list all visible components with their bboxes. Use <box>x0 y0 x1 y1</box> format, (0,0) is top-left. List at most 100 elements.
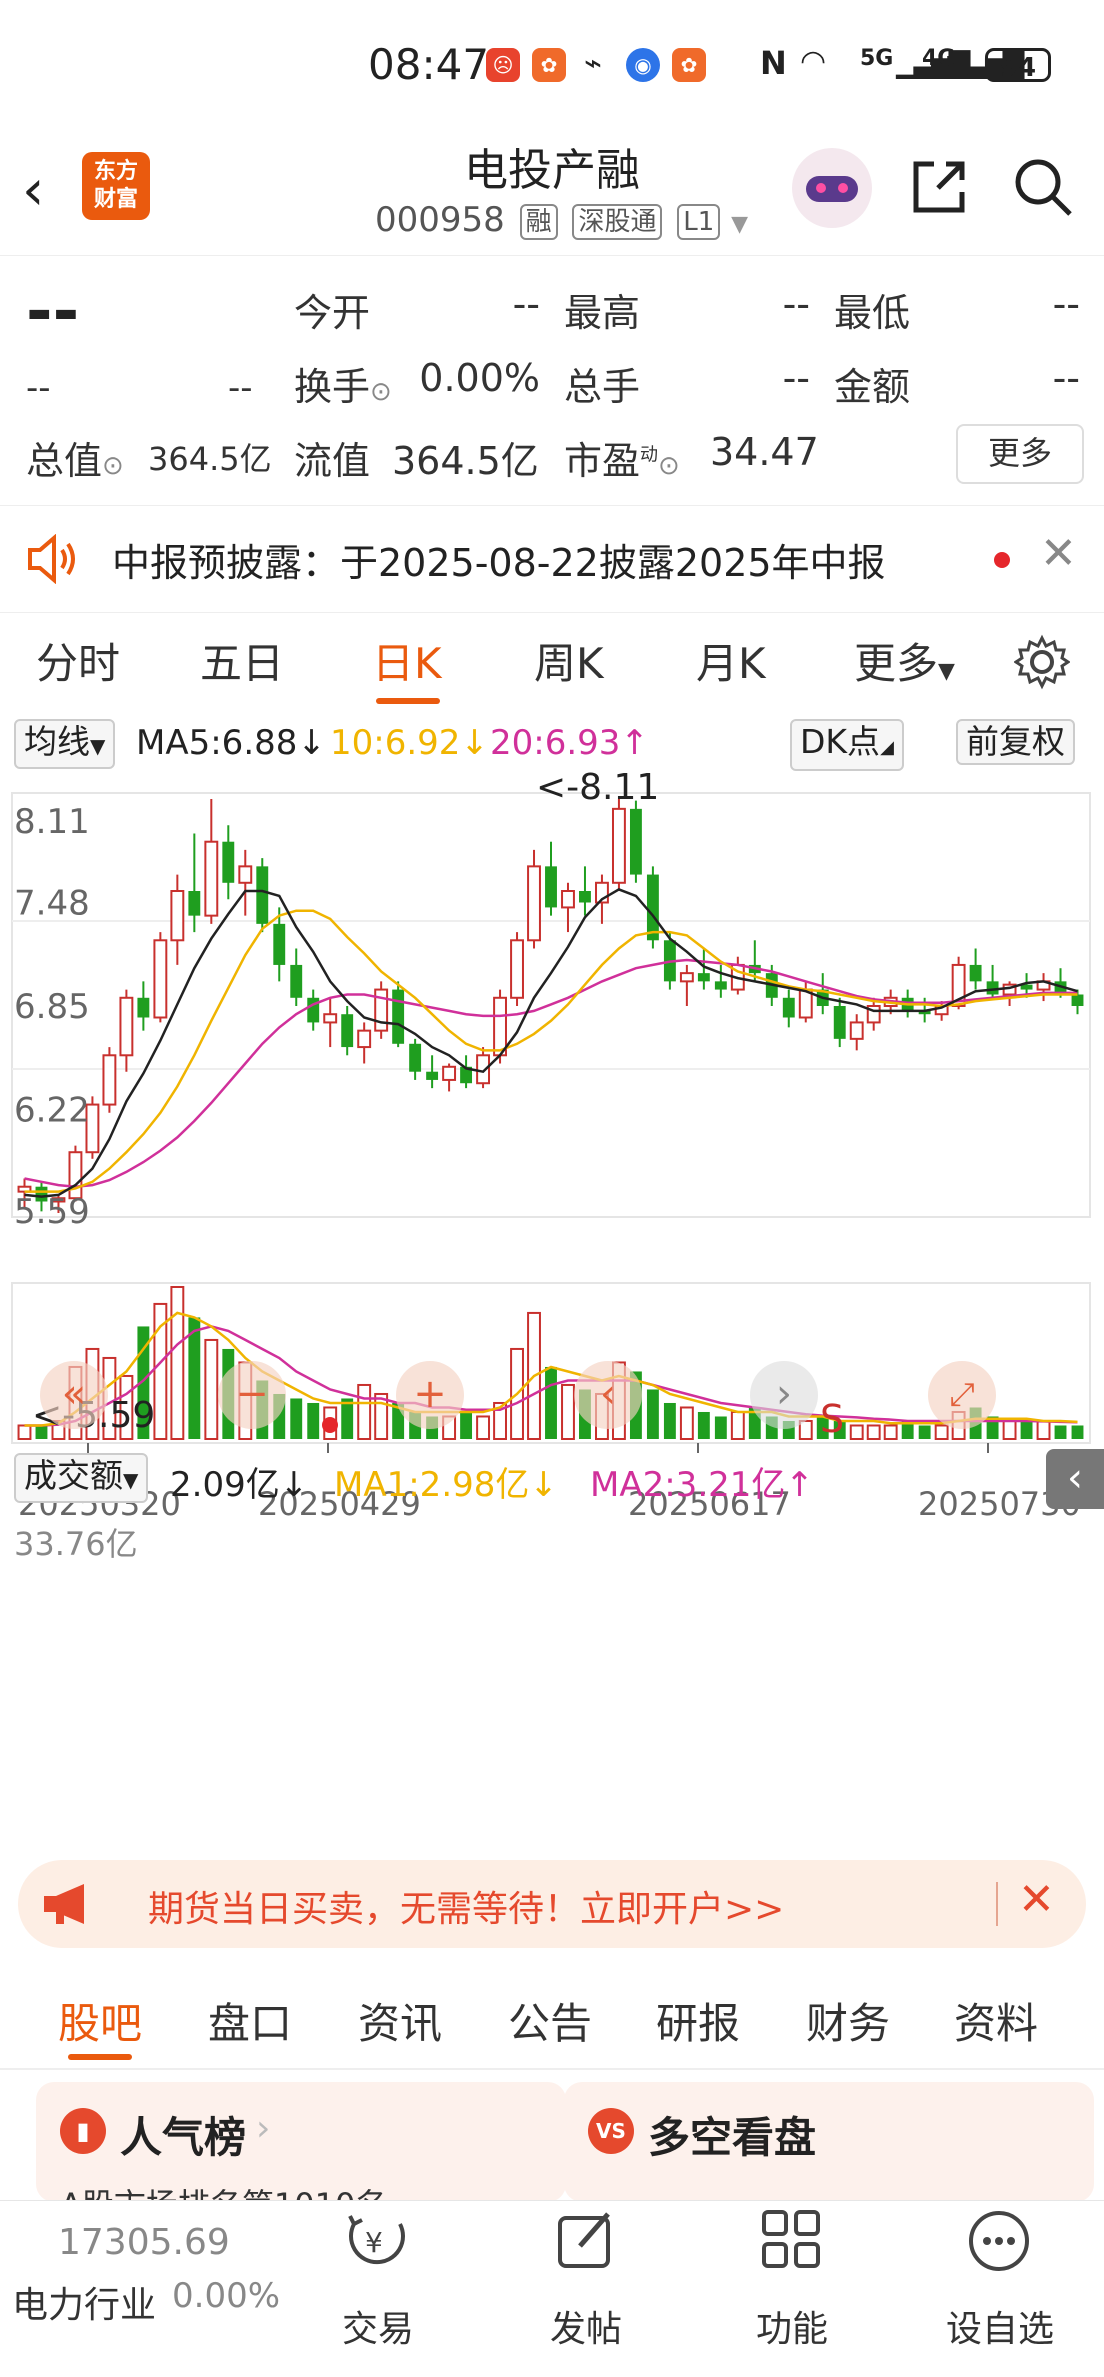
scroll-left-icon[interactable]: ‹ <box>574 1361 642 1429</box>
tab-research[interactable]: 研报 <box>656 1990 740 2051</box>
rewind-icon[interactable]: « <box>40 1361 108 1429</box>
candle-body <box>170 890 185 942</box>
bottom-trade[interactable]: 交易 <box>308 2300 448 2352</box>
volume-bar <box>697 1411 710 1439</box>
volume-ma2-readout: MA2:3.21亿↑ <box>590 1465 814 1505</box>
chevron-right-icon: › <box>256 2108 271 2149</box>
float-label: 流值 <box>294 439 371 483</box>
bull-bear-title: 多空看盘 <box>648 2113 817 2162</box>
bottom-add-watchlist[interactable]: 设自选 <box>930 2300 1070 2352</box>
volume-bar <box>170 1286 185 1440</box>
zoom-in-icon[interactable]: + <box>396 1361 464 1429</box>
candle-body <box>238 865 253 884</box>
candle-body <box>409 1043 422 1072</box>
tab-more[interactable]: 更多▼ <box>854 630 955 691</box>
candle-body <box>714 981 727 990</box>
pe-label: 市盈动⊙ <box>564 439 680 483</box>
svg-text:¥: ¥ <box>365 2226 383 2259</box>
vs-icon: VS <box>588 2108 634 2154</box>
popularity-title: 人气榜 <box>120 2113 247 2162</box>
ma-selector[interactable]: 均线▼ <box>14 719 116 769</box>
tab-intraday[interactable]: 分时 <box>36 630 120 691</box>
turnover-label: 换手⊙ <box>294 365 392 409</box>
scroll-right-icon[interactable]: › <box>750 1361 818 1429</box>
settings-icon[interactable] <box>1014 634 1070 690</box>
pe-value: 34.47 <box>710 430 819 474</box>
candle-body <box>1071 994 1084 1006</box>
volume-indicator-selector[interactable]: 成交额▼ <box>14 1453 149 1503</box>
browser-icon: ◉ <box>626 48 660 82</box>
info-icon: ⊙ <box>102 451 124 481</box>
volume-bar <box>1071 1425 1084 1439</box>
share-icon[interactable] <box>906 154 972 220</box>
status-time: 08:47 <box>368 40 490 89</box>
dk-point-button[interactable]: DK点◢ <box>790 719 904 771</box>
ma5-readout: MA5:6.88↓ <box>136 723 326 763</box>
tab-monthly-k[interactable]: 月K <box>696 630 766 691</box>
tab-news[interactable]: 资讯 <box>358 1990 442 2051</box>
candle-body <box>679 972 694 983</box>
tab-weekly-k[interactable]: 周K <box>534 630 604 691</box>
amount-label: 金额 <box>834 365 911 409</box>
tab-five-day[interactable]: 五日 <box>200 630 284 691</box>
close-icon[interactable]: ✕ <box>1040 528 1077 579</box>
trade-icon[interactable]: ¥ <box>342 2206 412 2276</box>
stock-code-row[interactable]: 000958 融 深股通 L1 ▼ <box>375 200 748 240</box>
tab-guba[interactable]: 股吧 <box>58 1990 142 2051</box>
volume-bar <box>1020 1420 1033 1439</box>
price-change-pct: -- <box>228 368 253 408</box>
candle-body <box>256 866 269 924</box>
add-watchlist-icon[interactable] <box>964 2206 1034 2276</box>
zoom-out-icon[interactable]: − <box>218 1361 286 1429</box>
kline-chart-area[interactable]: 均线▼ MA5:6.88↓ 10:6.92↓ 20:6.93↑ DK点◢ 前复权… <box>0 715 1104 1845</box>
adjust-button[interactable]: 前复权 <box>956 719 1075 765</box>
turnover-value: 0.00% <box>419 356 540 400</box>
speaker-icon <box>28 534 75 584</box>
price-tick-label: 8.11 <box>14 802 90 842</box>
fullscreen-icon[interactable]: ⤢ <box>928 1361 996 1429</box>
wifi-icon: ◠ <box>800 44 827 79</box>
ad-banner[interactable]: 期货当日买卖，无需等待！立即开户>> ✕ <box>18 1860 1086 1948</box>
more-quote-button[interactable]: 更多 <box>956 424 1084 484</box>
ma20-readout: 20:6.93↑ <box>490 723 649 763</box>
candle-body <box>102 1054 117 1106</box>
candle-body <box>579 891 591 903</box>
price-change: -- <box>26 368 51 408</box>
tab-daily-k[interactable]: 日K <box>372 630 442 691</box>
tab-finance[interactable]: 财务 <box>806 1990 890 2051</box>
tab-profile[interactable]: 资料 <box>954 1990 1038 2051</box>
bull-bear-card[interactable]: VS 多空看盘 <box>564 2082 1094 2202</box>
notice-bar[interactable]: 中报预披露：于2025-08-22披露2025年中报 ✕ <box>0 505 1104 613</box>
candle-body <box>833 1006 846 1039</box>
volume-bar <box>663 1402 676 1439</box>
signal-5g-icon: 5G <box>860 46 894 71</box>
volume-bar <box>341 1398 354 1439</box>
candle-body <box>629 808 642 875</box>
candle-body <box>323 1013 338 1024</box>
volume-ma1-readout: MA1:2.98亿↓ <box>334 1465 558 1505</box>
bottom-functions[interactable]: 功能 <box>722 2300 862 2352</box>
assistant-avatar[interactable] <box>792 148 872 228</box>
candle-body <box>290 964 303 998</box>
collapse-panel-icon[interactable]: ‹ <box>1046 1449 1104 1509</box>
volume-label: 总手 <box>564 365 641 409</box>
popularity-card[interactable]: ▮ 人气榜 › A股市场排名第1010名 <box>36 2082 566 2202</box>
index-value: 17305.69 <box>58 2222 230 2263</box>
app-notification-icon-2: ✿ <box>672 48 706 82</box>
functions-icon[interactable] <box>758 2206 828 2276</box>
tab-announcements[interactable]: 公告 <box>508 1990 592 2051</box>
bottom-post[interactable]: 发帖 <box>516 2300 656 2352</box>
search-icon[interactable] <box>1010 154 1076 220</box>
sell-signal-marker: S <box>820 1397 845 1441</box>
active-tab-indicator <box>376 698 440 704</box>
post-icon[interactable] <box>552 2206 622 2276</box>
tab-order-book[interactable]: 盘口 <box>208 1990 292 2051</box>
active-news-tab-indicator <box>68 2054 132 2060</box>
ranking-icon: ▮ <box>60 2108 106 2154</box>
notice-text: 中报预披露：于2025-08-22披露2025年中报 <box>112 541 886 585</box>
close-ad-icon[interactable]: ✕ <box>1018 1874 1055 1925</box>
float-value: 364.5亿 <box>392 439 539 483</box>
low-label: 最低 <box>834 291 911 335</box>
dropdown-icon: ▼ <box>938 659 955 684</box>
industry-label: 电力行业 <box>12 2285 157 2326</box>
